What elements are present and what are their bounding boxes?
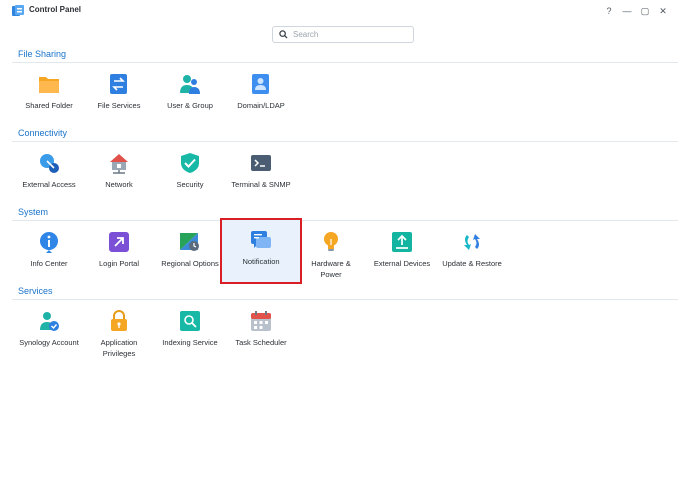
lock-icon [111,310,127,331]
item-label: Application Privileges [100,338,138,358]
synology-account-icon [40,312,59,331]
user-group-icon [180,75,200,94]
close-button[interactable]: ✕ [654,4,672,18]
control-item-task-scheduler[interactable]: Task Scheduler [222,301,300,363]
update-restore-icon [464,234,480,250]
item-label: Info Center [30,259,68,268]
help-button[interactable]: ? [600,4,618,18]
item-label: Terminal & SNMP [231,180,291,189]
item-label: Indexing Service [162,338,218,347]
control-item-external-access[interactable]: External Access [10,143,88,205]
control-item-security[interactable]: Security [151,143,229,205]
file-services-icon [110,74,127,94]
login-portal-icon [109,232,129,252]
section-title-services: Services [18,286,53,296]
shield-check-icon [181,153,199,173]
section-divider [12,62,678,63]
control-item-regional-options[interactable]: Regional Options [151,222,229,284]
control-item-hardware-power[interactable]: Hardware & Power [292,222,370,284]
folder-icon [39,77,59,93]
item-label: Notification [242,257,280,266]
control-panel-icon [12,5,24,16]
control-item-external-devices[interactable]: External Devices [363,222,441,284]
control-item-update-restore[interactable]: Update & Restore [433,222,511,284]
item-label: Network [105,180,133,189]
item-label: Login Portal [98,259,140,268]
item-label: Synology Account [19,338,79,347]
notification-icon [251,231,271,248]
section-divider [12,299,678,300]
item-label: External Devices [373,259,431,268]
external-devices-icon [392,232,412,252]
section-title-file-sharing: File Sharing [18,49,67,59]
search-input[interactable] [293,30,403,39]
item-label: Hardware & Power [311,259,351,279]
control-item-info-center[interactable]: Info Center [10,222,88,284]
section-title-connectivity: Connectivity [18,128,68,138]
item-label: Update & Restore [442,259,502,268]
info-icon [39,232,58,253]
control-item-shared-folder[interactable]: Shared Folder [10,64,88,126]
regional-options-icon [180,233,199,251]
item-label: Security [176,180,204,189]
calendar-icon [251,311,271,331]
control-item-application-privileges[interactable]: Application Privileges [80,301,158,363]
item-label: External Access [22,180,76,189]
item-label: Regional Options [161,259,219,268]
search-box[interactable] [272,26,414,43]
search-icon [279,30,288,39]
indexing-search-icon [180,311,200,331]
control-item-notification[interactable]: Notification [220,218,302,284]
window-controls: ? — ▢ ✕ [600,4,672,18]
item-label: User & Group [167,101,213,110]
control-item-terminal-snmp[interactable]: Terminal & SNMP [222,143,300,205]
control-item-login-portal[interactable]: Login Portal [80,222,158,284]
minimize-button[interactable]: — [618,4,636,18]
external-access-icon [40,154,59,173]
terminal-icon [251,155,271,171]
lightbulb-icon [324,232,338,251]
window-title: Control Panel [29,5,82,14]
domain-ldap-icon [252,74,269,94]
section-divider [12,220,678,221]
control-item-network[interactable]: Network [80,143,158,205]
control-item-domain-ldap[interactable]: Domain/LDAP [222,64,300,126]
item-label: File Services [97,101,141,110]
control-item-file-services[interactable]: File Services [80,64,158,126]
item-label: Task Scheduler [235,338,287,347]
title-bar: Control Panel ? — ▢ ✕ [0,0,688,22]
section-divider [12,141,678,142]
network-icon [110,154,128,174]
item-label: Domain/LDAP [237,101,285,110]
control-item-user-group[interactable]: User & Group [151,64,229,126]
control-item-indexing-service[interactable]: Indexing Service [151,301,229,363]
section-title-system: System [18,207,49,217]
control-item-synology-account[interactable]: Synology Account [10,301,88,363]
item-label: Shared Folder [25,101,73,110]
maximize-button[interactable]: ▢ [636,4,654,18]
